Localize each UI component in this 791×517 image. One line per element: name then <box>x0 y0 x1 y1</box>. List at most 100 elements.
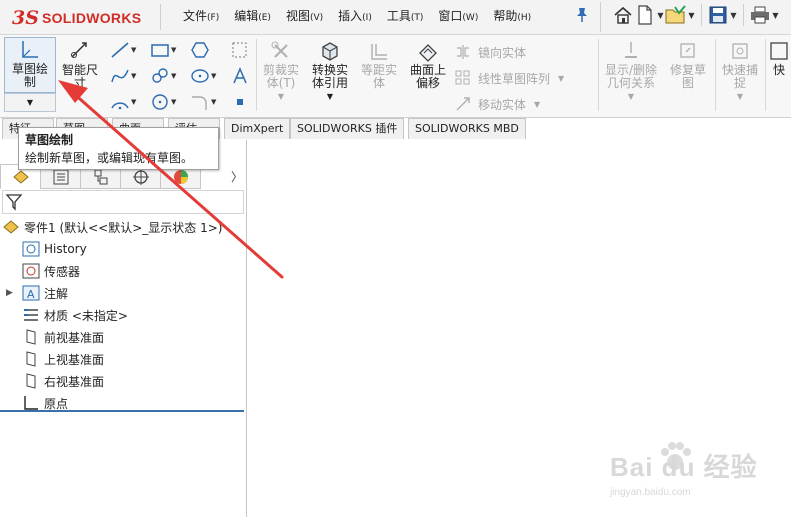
plane-icon <box>22 328 40 346</box>
mirror-entities-button[interactable]: 镜向实体 <box>455 39 564 65</box>
chevron-down-icon: ▼ <box>558 73 565 83</box>
convert-entities-button[interactable]: 转换实 体引用 ▼ <box>306 39 354 103</box>
chevron-down-icon: ▼ <box>736 92 744 101</box>
tree-item[interactable]: 上视基准面 <box>0 348 246 370</box>
sensor-icon <box>22 262 40 280</box>
mirror-icon <box>457 45 469 59</box>
chevron-down-icon: ▼ <box>211 72 217 80</box>
new-document-icon[interactable] <box>634 4 656 26</box>
offset-entities-button[interactable]: 等距实 体 <box>356 39 402 90</box>
tooltip-description: 绘制新草图，或编辑现有草图。 <box>25 151 194 165</box>
fillet-tool[interactable]: ▼ <box>190 91 218 113</box>
line-icon <box>111 42 129 58</box>
polygon-tool[interactable] <box>190 39 218 61</box>
tree-item[interactable]: 传感器 <box>0 260 246 282</box>
construction-icon <box>232 42 247 58</box>
plane-icon <box>22 350 40 368</box>
solidworks-logo[interactable]: 3S SOLIDWORKS <box>12 5 152 31</box>
tree-item[interactable]: 前视基准面 <box>0 326 246 348</box>
sketch-dropdown[interactable]: ▼ <box>4 93 56 112</box>
linear-sketch-pattern-button[interactable]: 线性草图阵列 ▼ <box>455 65 564 91</box>
menu-tools[interactable]: 工具(T) <box>387 7 424 24</box>
tree-item[interactable]: 材质 <未指定> <box>0 304 246 326</box>
chevron-down-icon: ▼ <box>171 98 177 106</box>
sketch-button[interactable]: 草图绘 制 <box>4 37 56 93</box>
slot-icon <box>152 68 168 83</box>
tree-item[interactable]: ▶ A 注解 <box>0 282 246 304</box>
menu-bar: 文件(F) 编辑(E) 视图(V) 插入(I) 工具(T) 窗口(W) 帮助(H… <box>183 7 546 24</box>
tree-item-label: 传感器 <box>44 264 81 279</box>
rectangle-tool[interactable]: ▼ <box>150 39 178 61</box>
save-icon[interactable] <box>707 4 729 26</box>
rapid-sketch-icon <box>770 42 788 60</box>
filter-bar[interactable] <box>2 190 244 214</box>
ellipse-tool[interactable]: ▼ <box>190 65 218 87</box>
menu-view[interactable]: 视图(V) <box>286 7 323 24</box>
chevron-down-icon[interactable]: ▼ <box>729 11 738 20</box>
material-icon <box>22 306 40 324</box>
construction-geometry-tool[interactable] <box>230 39 258 61</box>
offset-label-2: 体 <box>372 76 385 90</box>
chevron-down-icon[interactable]: ▼ <box>687 11 696 20</box>
display-delete-relations-button[interactable]: 显示/删除 几何关系 ▼ <box>600 39 662 103</box>
tree-item-label: 材质 <未指定> <box>44 308 128 323</box>
tree-item[interactable]: History <box>0 238 246 260</box>
menu-window[interactable]: 窗口(W) <box>438 7 478 24</box>
title-bar: 3S SOLIDWORKS 文件(F) 编辑(E) 视图(V) 插入(I) 工具… <box>0 0 791 35</box>
slot-tool[interactable]: ▼ <box>150 65 178 87</box>
display-manager-icon <box>173 169 188 184</box>
tree-item-label: 上视基准面 <box>44 352 105 367</box>
smart-dimension-button[interactable]: 智能尺 寸 <box>58 39 102 90</box>
tree-item-label: 前视基准面 <box>44 330 105 345</box>
pin-icon[interactable] <box>575 7 589 23</box>
line-tool[interactable]: ▼ <box>110 39 138 61</box>
menu-help[interactable]: 帮助(H) <box>493 7 531 24</box>
home-icon[interactable] <box>612 4 634 26</box>
chevron-down-icon: ▼ <box>131 46 137 54</box>
smart-dimension-label-2: 寸 <box>73 76 86 90</box>
open-folder-icon[interactable] <box>665 4 687 26</box>
circle-icon <box>152 94 168 110</box>
tab-solidworks-addins[interactable]: SOLIDWORKS 插件 <box>290 118 405 139</box>
offset-on-surface-button[interactable]: 曲面上 偏移 <box>404 39 452 90</box>
expand-arrow-icon[interactable]: ▶ <box>6 288 13 298</box>
surface-offset-label-2: 偏移 <box>415 76 440 90</box>
logo-text: SOLIDWORKS <box>41 10 142 26</box>
trim-entities-button[interactable]: 剪裁实 体(T) ▼ <box>258 39 304 103</box>
filter-icon[interactable] <box>5 193 23 211</box>
circle-tool[interactable]: ▼ <box>150 91 178 113</box>
property-manager-icon <box>53 169 68 184</box>
chevron-down-icon: ▼ <box>171 46 177 54</box>
print-icon[interactable] <box>749 4 771 26</box>
chevron-right-icon[interactable]: 〉 <box>231 168 243 185</box>
relations-label-2: 几何关系 <box>606 76 655 90</box>
chevron-down-icon[interactable]: ▼ <box>771 11 780 20</box>
repair-sketch-button[interactable]: 修复草 图 <box>664 39 712 90</box>
rapid-sketch-button[interactable]: 快 <box>767 39 791 77</box>
panel-divider <box>0 410 244 412</box>
quick-snaps-button[interactable]: 快速捕 捉 ▼ <box>717 39 763 103</box>
tree-root-part[interactable]: 零件1 (默认<<默认>_显示状态 1>) <box>0 216 246 238</box>
chevron-down-icon: ▼ <box>171 72 177 80</box>
quick-snap-icon <box>732 43 748 59</box>
text-tool[interactable] <box>230 65 258 87</box>
divider <box>598 39 599 111</box>
move-icon <box>456 97 470 111</box>
menu-insert[interactable]: 插入(I) <box>338 7 372 24</box>
convert-label-2: 体引用 <box>311 76 348 90</box>
tab-dimxpert[interactable]: DimXpert <box>224 118 291 139</box>
menu-edit[interactable]: 编辑(E) <box>234 7 271 24</box>
chevron-down-icon[interactable]: ▼ <box>656 11 665 20</box>
point-tool[interactable] <box>230 91 258 113</box>
fillet-icon <box>192 96 207 110</box>
watermark-url: jingyan.baidu.com <box>610 487 691 498</box>
menu-file[interactable]: 文件(F) <box>183 7 219 24</box>
spline-tool[interactable]: ▼ <box>110 65 138 87</box>
tree-item[interactable]: 右视基准面 <box>0 370 246 392</box>
move-entities-button[interactable]: 移动实体 ▼ <box>455 91 564 117</box>
baidu-watermark: Bai du 经验 jingyan.baidu.com <box>600 440 790 510</box>
polygon-icon <box>191 42 209 58</box>
arc-tool[interactable]: ▼ <box>110 91 138 113</box>
tab-solidworks-mbd[interactable]: SOLIDWORKS MBD <box>408 118 526 139</box>
divider <box>715 39 716 111</box>
